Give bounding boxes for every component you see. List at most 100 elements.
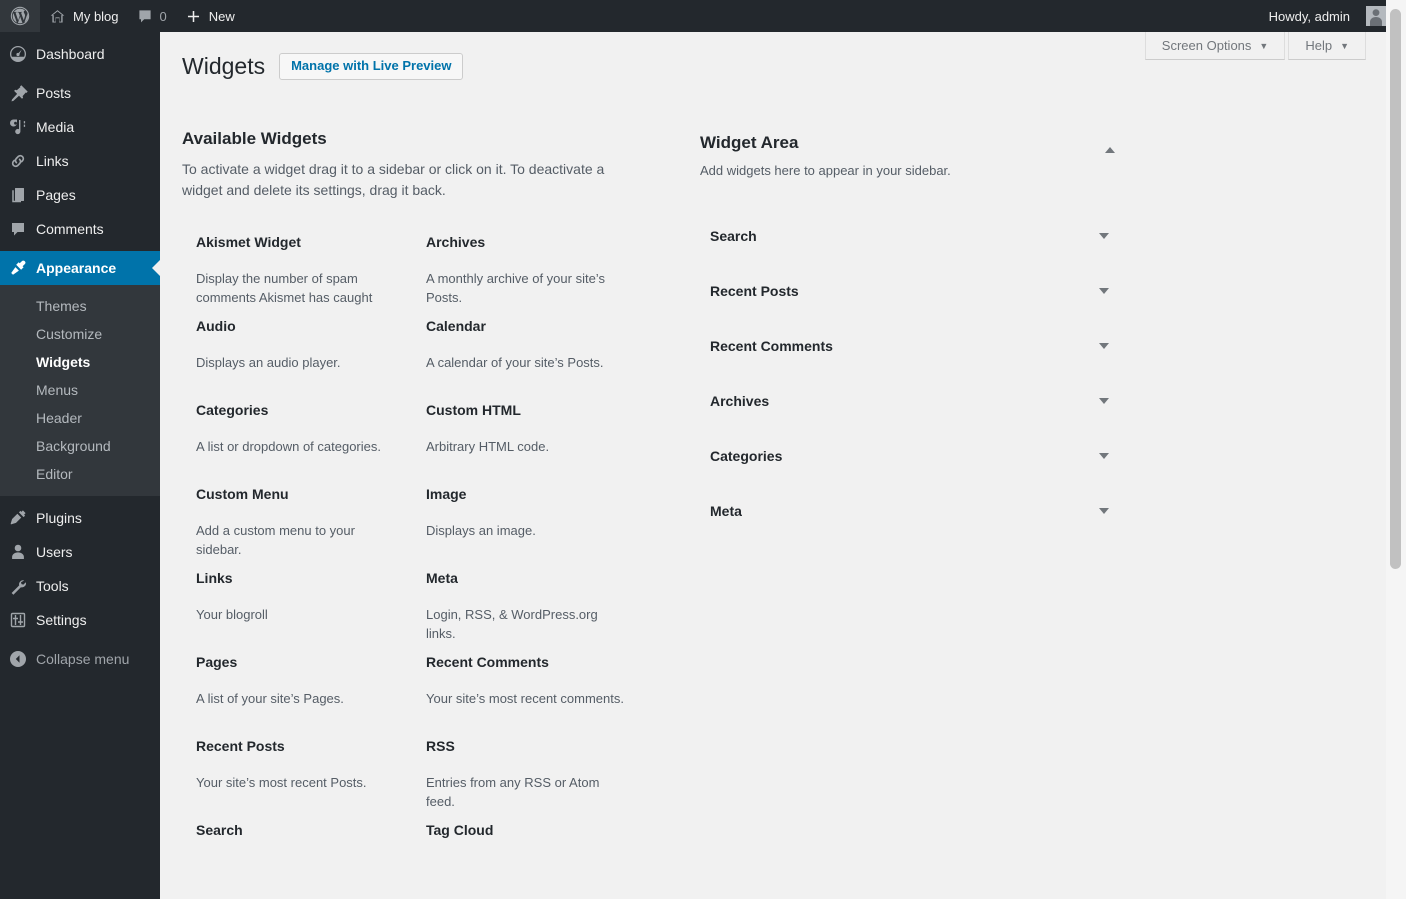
chevron-down-icon — [1099, 232, 1109, 239]
my-account-button[interactable]: Howdy, admin — [1260, 0, 1386, 32]
sidebar-item-tools[interactable]: Tools — [0, 569, 160, 603]
widget-card-title: Recent Posts — [196, 738, 285, 754]
collapse-menu-label: Collapse menu — [36, 651, 130, 667]
sidebar-item-label: Tools — [36, 578, 69, 594]
sidebar-item-label: Media — [36, 119, 75, 135]
page-scrollbar-track[interactable] — [1386, 0, 1406, 899]
submenu-item-themes[interactable]: Themes — [0, 292, 160, 320]
widget-row-expand-toggle[interactable] — [1094, 446, 1114, 466]
widget-row[interactable]: Meta — [700, 483, 1122, 538]
collapse-menu-button[interactable]: Collapse menu — [0, 642, 160, 676]
widget-row-expand-toggle[interactable] — [1094, 501, 1114, 521]
widget-card-title: Recent Comments — [426, 654, 549, 670]
screen-meta-links: Screen Options ▼ Help ▼ — [1142, 32, 1366, 60]
sidebar-item-pages[interactable]: Pages — [0, 178, 160, 212]
plugin-icon — [0, 508, 36, 528]
sidebar-item-label: Settings — [36, 612, 87, 628]
widget-card-description: Displays an image. — [426, 523, 536, 538]
available-widgets-description: To activate a widget drag it to a sideba… — [182, 161, 605, 198]
widget-row-title: Categories — [710, 447, 783, 464]
sidebar-item-plugins[interactable]: Plugins — [0, 501, 160, 535]
available-widgets-grid: Akismet Widget Display the number of spa… — [182, 233, 682, 899]
widget-card[interactable]: Recent Posts Your site’s most recent Pos… — [182, 737, 412, 821]
widget-row-expand-toggle[interactable] — [1094, 281, 1114, 301]
submenu-item-background[interactable]: Background — [0, 432, 160, 460]
submenu-item-editor[interactable]: Editor — [0, 460, 160, 488]
sidebar-item-appearance[interactable]: Appearance — [0, 251, 160, 285]
widget-card[interactable]: Tag Cloud — [412, 821, 642, 899]
widget-area-collapse-toggle[interactable] — [1098, 138, 1122, 162]
submenu-item-widgets[interactable]: Widgets — [0, 348, 160, 376]
screen-options-label: Screen Options — [1161, 37, 1252, 53]
page-scrollbar-thumb[interactable] — [1390, 9, 1401, 569]
widget-row-expand-toggle[interactable] — [1094, 336, 1114, 356]
help-label: Help — [1305, 37, 1333, 53]
help-tab[interactable]: Help ▼ — [1288, 32, 1366, 60]
widget-card-title: RSS — [426, 738, 455, 754]
screen-options-tab[interactable]: Screen Options ▼ — [1144, 32, 1286, 60]
widget-card[interactable]: Archives A monthly archive of your site’… — [412, 233, 642, 317]
appearance-brush-icon — [0, 258, 36, 278]
sidebar-item-links[interactable]: Links — [0, 144, 160, 178]
widget-card[interactable]: Categories A list or dropdown of categor… — [182, 401, 412, 485]
chevron-down-icon — [1099, 397, 1109, 404]
plus-icon — [185, 8, 202, 25]
widget-card[interactable]: Akismet Widget Display the number of spa… — [182, 233, 412, 317]
widget-card[interactable]: Recent Comments Your site’s most recent … — [412, 653, 642, 737]
wordpress-logo-icon — [10, 6, 30, 26]
widget-card-description: Arbitrary HTML code. — [426, 439, 550, 454]
widget-card-title: Custom Menu — [196, 486, 289, 502]
manage-with-live-preview-button[interactable]: Manage with Live Preview — [279, 53, 464, 80]
wordpress-logo-button[interactable] — [0, 0, 40, 32]
widget-card-description: Your site’s most recent Posts. — [196, 775, 367, 790]
widget-card-title: Archives — [426, 234, 486, 250]
widget-row-expand-toggle[interactable] — [1094, 226, 1114, 246]
widget-card[interactable]: Audio Displays an audio player. — [182, 317, 412, 401]
sidebar-item-comments[interactable]: Comments — [0, 212, 160, 246]
sidebar-item-media[interactable]: Media — [0, 110, 160, 144]
sidebar-item-label: Dashboard — [36, 46, 105, 62]
widget-row[interactable]: Archives — [700, 373, 1122, 428]
widget-card[interactable]: Search — [182, 821, 412, 899]
admin-bar: My blog 0 New Howdy, admin — [0, 0, 1406, 32]
user-icon — [0, 542, 36, 562]
sidebar-item-users[interactable]: Users — [0, 535, 160, 569]
widget-card[interactable]: Calendar A calendar of your site’s Posts… — [412, 317, 642, 401]
widget-row[interactable]: Recent Posts — [700, 263, 1122, 318]
appearance-submenu: Themes Customize Widgets Menus Header Ba… — [0, 285, 160, 496]
widget-card[interactable]: Custom HTML Arbitrary HTML code. — [412, 401, 642, 485]
new-content-button[interactable]: New — [176, 0, 244, 32]
chevron-down-icon — [1099, 287, 1109, 294]
chevron-down-icon — [1099, 342, 1109, 349]
widget-card[interactable]: Links Your blogroll — [182, 569, 412, 653]
widget-card-title: Search — [196, 822, 243, 838]
widget-card-title: Custom HTML — [426, 402, 521, 418]
site-name-button[interactable]: My blog — [40, 0, 128, 32]
new-content-label: New — [208, 8, 235, 24]
sidebar-item-posts[interactable]: Posts — [0, 76, 160, 110]
widget-card[interactable]: Pages A list of your site’s Pages. — [182, 653, 412, 737]
widget-row[interactable]: Recent Comments — [700, 318, 1122, 373]
submenu-item-menus[interactable]: Menus — [0, 376, 160, 404]
available-widgets-section: Available Widgets To activate a widget d… — [182, 128, 682, 899]
sidebar-item-settings[interactable]: Settings — [0, 603, 160, 637]
widget-card[interactable]: RSS Entries from any RSS or Atom feed. — [412, 737, 642, 821]
comment-bubble-icon — [0, 219, 36, 239]
widget-row[interactable]: Categories — [700, 428, 1122, 483]
submenu-item-header[interactable]: Header — [0, 404, 160, 432]
howdy-label: Howdy, admin — [1268, 8, 1350, 24]
widget-card[interactable]: Meta Login, RSS, & WordPress.org links. — [412, 569, 642, 653]
pin-icon — [0, 83, 36, 103]
widget-card[interactable]: Custom Menu Add a custom menu to your si… — [182, 485, 412, 569]
widget-row-expand-toggle[interactable] — [1094, 391, 1114, 411]
submenu-item-customize[interactable]: Customize — [0, 320, 160, 348]
widget-row[interactable]: Search — [700, 208, 1122, 263]
sidebar-item-dashboard[interactable]: Dashboard — [0, 37, 160, 71]
widget-card-description: Display the number of spam comments Akis… — [196, 271, 373, 305]
comments-button[interactable]: 0 — [128, 0, 176, 32]
widget-card-title: Categories — [196, 402, 269, 418]
widget-area-title: Widget Area — [700, 133, 799, 152]
widget-card[interactable]: Image Displays an image. — [412, 485, 642, 569]
widget-card-description: A list of your site’s Pages. — [196, 691, 344, 706]
widget-row-title: Recent Comments — [710, 337, 833, 354]
